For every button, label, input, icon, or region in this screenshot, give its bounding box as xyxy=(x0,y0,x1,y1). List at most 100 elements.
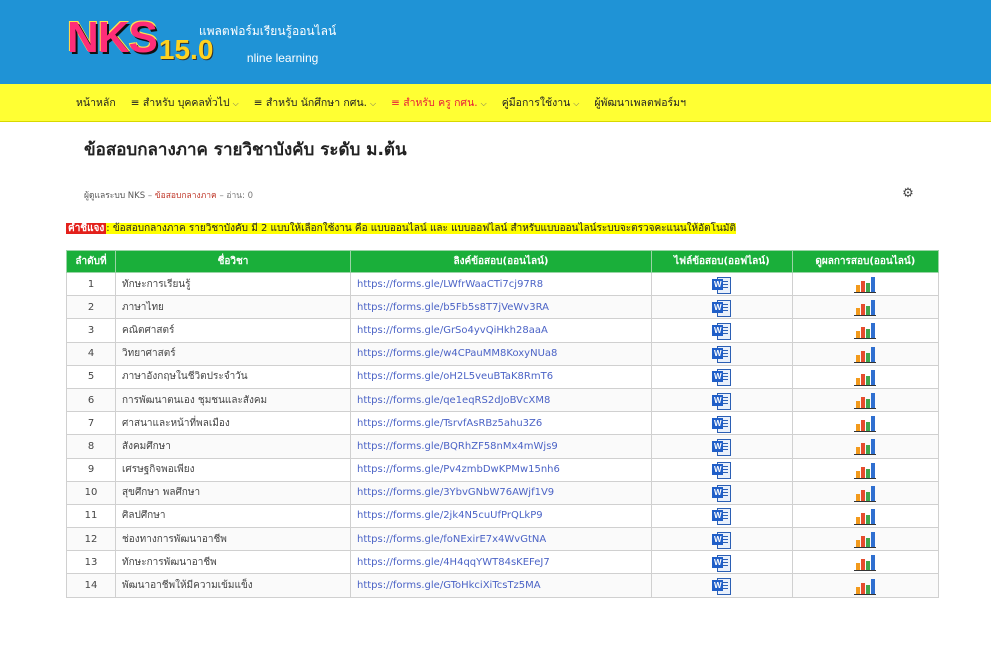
online-exam-link[interactable]: https://forms.gle/GToHkciXiTcsTz5MA xyxy=(350,573,652,598)
bar-chart-icon[interactable] xyxy=(854,461,877,479)
online-exam-link[interactable]: https://forms.gle/Pv4zmbDwKPMw15nh6 xyxy=(350,457,652,482)
offline-file-cell: W xyxy=(651,364,793,389)
bar-chart-icon[interactable] xyxy=(854,507,877,525)
notice-text: : ข้อสอบกลางภาค รายวิชาบังคับ มี 2 แบบให… xyxy=(106,223,736,234)
nav-item-3[interactable]: ≡ สำหรับ ครู กศน. ⌵ xyxy=(391,94,487,111)
online-exam-link[interactable]: https://forms.gle/TsrvfAsRBz5ahu3Z6 xyxy=(350,411,652,436)
bar-chart-icon[interactable] xyxy=(854,345,877,363)
word-doc-icon[interactable]: W xyxy=(712,299,732,317)
results-cell xyxy=(791,550,940,575)
offline-file-cell: W xyxy=(651,434,793,459)
nav-item-label: คู่มือการใช้งาน xyxy=(501,97,571,109)
nav-item-label: ≡ สำหรับ ครู กศน. xyxy=(391,97,478,109)
nav-item-label: หน้าหลัก xyxy=(76,97,116,109)
bar-chart-icon[interactable] xyxy=(854,298,877,317)
online-exam-link[interactable]: https://forms.gle/b5Fb5s8T7jVeWv3RA xyxy=(350,295,652,320)
subject-name: คณิตศาสตร์ xyxy=(115,318,351,343)
table-row: 7 ศาสนาและหน้าที่พลเมือง https://forms.gle… xyxy=(66,411,940,436)
bar-chart-icon[interactable] xyxy=(854,368,877,386)
category-link[interactable]: ข้อสอบกลางภาค xyxy=(155,191,217,201)
word-doc-icon[interactable]: W xyxy=(712,507,732,526)
table-row: 11 ศิลปศึกษา https://forms.gle/2jk4N5cuUfP… xyxy=(66,503,940,529)
bar-chart-icon[interactable] xyxy=(854,530,877,549)
results-cell xyxy=(791,271,940,297)
word-doc-icon[interactable]: W xyxy=(712,438,732,456)
row-number: 9 xyxy=(66,457,116,482)
subject-name: สุขศึกษา พลศึกษา xyxy=(115,480,351,505)
offline-file-cell: W xyxy=(651,573,793,598)
author-link[interactable]: ผู้ดูแลระบบ NKS xyxy=(84,191,145,201)
logo-tagline: แพลตฟอร์มเรียนรู้ออนไลน์ xyxy=(198,24,337,38)
table-row: 6 การพัฒนาตนเอง ชุมชนและสังคม https://form… xyxy=(66,387,940,413)
logo-version: 15.0 xyxy=(158,34,214,65)
row-number: 12 xyxy=(66,527,116,552)
nav-item-5[interactable]: ผู้พัฒนาเพลตฟอร์มฯ xyxy=(594,94,686,111)
nav-item-1[interactable]: ≡ สำหรับ บุคคลทั่วไป ⌵ xyxy=(131,94,239,111)
online-exam-link[interactable]: https://forms.gle/3YbvGNbW76AWjf1V9 xyxy=(350,480,652,505)
word-doc-icon[interactable]: W xyxy=(712,577,732,596)
bar-chart-icon[interactable] xyxy=(854,577,877,595)
word-doc-icon[interactable]: W xyxy=(712,322,732,340)
online-exam-link[interactable]: https://forms.gle/2jk4N5cuUfPrQLkP9 xyxy=(350,503,652,529)
word-doc-icon[interactable]: W xyxy=(712,276,732,294)
col-header-results: ดูผลการสอบ(ออนไลน์) xyxy=(791,250,940,273)
offline-file-cell: W xyxy=(651,411,793,436)
subject-name: เศรษฐกิจพอเพียง xyxy=(115,457,351,482)
online-exam-link[interactable]: https://forms.gle/w4CPauMM8KoxyNUa8 xyxy=(350,341,652,366)
online-exam-link[interactable]: https://forms.gle/foNExirE7x4WvGtNA xyxy=(350,527,652,552)
row-number: 4 xyxy=(66,341,116,366)
word-doc-icon[interactable]: W xyxy=(712,554,732,572)
nav-item-4[interactable]: คู่มือการใช้งาน ⌵ xyxy=(502,94,580,111)
word-doc-icon[interactable]: W xyxy=(712,392,732,410)
table-row: 4 วิทยาศาสตร์ https://forms.gle/w4CPauMM8K… xyxy=(66,341,940,366)
bar-chart-icon[interactable] xyxy=(854,553,877,572)
offline-file-cell: W xyxy=(651,480,793,505)
results-cell xyxy=(791,364,940,389)
word-doc-icon[interactable]: W xyxy=(712,531,732,549)
table-row: 10 สุขศึกษา พลศึกษา https://forms.gle/3Ybv… xyxy=(66,480,940,505)
subject-name: ช่องทางการพัฒนาอาชีพ xyxy=(115,527,351,552)
bar-chart-icon[interactable] xyxy=(854,437,877,456)
nav-item-label: ≡ สำหรับ นักศึกษา กศน. xyxy=(253,97,367,109)
bar-chart-icon[interactable] xyxy=(854,391,877,410)
word-doc-icon[interactable]: W xyxy=(712,345,732,364)
word-doc-icon[interactable]: W xyxy=(712,368,732,387)
results-cell xyxy=(791,411,940,436)
nav-list: หน้าหลัก ≡ สำหรับ บุคคลทั่วไป ⌵ ≡ สำหรับ นั… xyxy=(0,84,991,121)
subject-name: ภาษาอังกฤษในชีวิตประจำวัน xyxy=(115,364,351,389)
results-cell xyxy=(791,457,940,482)
subject-name: วิทยาศาสตร์ xyxy=(115,341,351,366)
site-logo[interactable]: NKS แพลตฟอร์มเรียนรู้ออนไลน์ 15.0 nline … xyxy=(67,13,336,70)
online-exam-link[interactable]: https://forms.gle/4H4qqYWT84sKEFeJ7 xyxy=(350,550,652,575)
gear-icon[interactable]: ⚙ xyxy=(900,186,916,202)
bar-chart-icon[interactable] xyxy=(854,321,877,340)
table-header-row: ลำดับที่ ชื่อวิชา ลิงค์ข้อสอบ(ออนไลน์) ไ… xyxy=(66,250,940,273)
row-number: 11 xyxy=(66,503,116,529)
offline-file-cell: W xyxy=(651,295,793,320)
nav-item-0[interactable]: หน้าหลัก xyxy=(76,94,116,111)
table-row: 8 สังคมศึกษา https://forms.gle/BQRhZF58nMx… xyxy=(66,434,940,459)
results-cell xyxy=(791,341,940,366)
online-exam-link[interactable]: https://forms.gle/oH2L5veuBTaK8RmT6 xyxy=(350,364,652,389)
word-doc-icon[interactable]: W xyxy=(712,415,732,433)
online-exam-link[interactable]: https://forms.gle/qe1eqRS2dJoBVcXM8 xyxy=(350,387,652,413)
row-number: 10 xyxy=(66,480,116,505)
online-exam-link[interactable]: https://forms.gle/GrSo4yvQiHkh28aaA xyxy=(350,318,652,343)
online-exam-link[interactable]: https://forms.gle/BQRhZF58nMx4mWjs9 xyxy=(350,434,652,459)
word-doc-icon[interactable]: W xyxy=(712,484,732,503)
logo-brand: NKS xyxy=(67,13,158,62)
table-row: 3 คณิตศาสตร์ https://forms.gle/GrSo4yvQiHk… xyxy=(66,318,940,343)
offline-file-cell: W xyxy=(651,550,793,575)
online-exam-link[interactable]: https://forms.gle/LWfrWaaCTi7cj97R8 xyxy=(350,271,652,297)
chevron-down-icon: ⌵ xyxy=(480,99,487,108)
bar-chart-icon[interactable] xyxy=(854,275,877,294)
subject-name: ศาสนาและหน้าที่พลเมือง xyxy=(115,411,351,436)
word-doc-icon[interactable]: W xyxy=(712,461,732,480)
row-number: 5 xyxy=(66,364,116,389)
bar-chart-icon[interactable] xyxy=(854,414,877,433)
bar-chart-icon[interactable] xyxy=(854,484,877,502)
nav-item-2[interactable]: ≡ สำหรับ นักศึกษา กศน. ⌵ xyxy=(254,94,376,111)
nav-item-label: ผู้พัฒนาเพลตฟอร์มฯ xyxy=(594,97,686,109)
row-number: 6 xyxy=(66,387,116,413)
row-number: 8 xyxy=(66,434,116,459)
